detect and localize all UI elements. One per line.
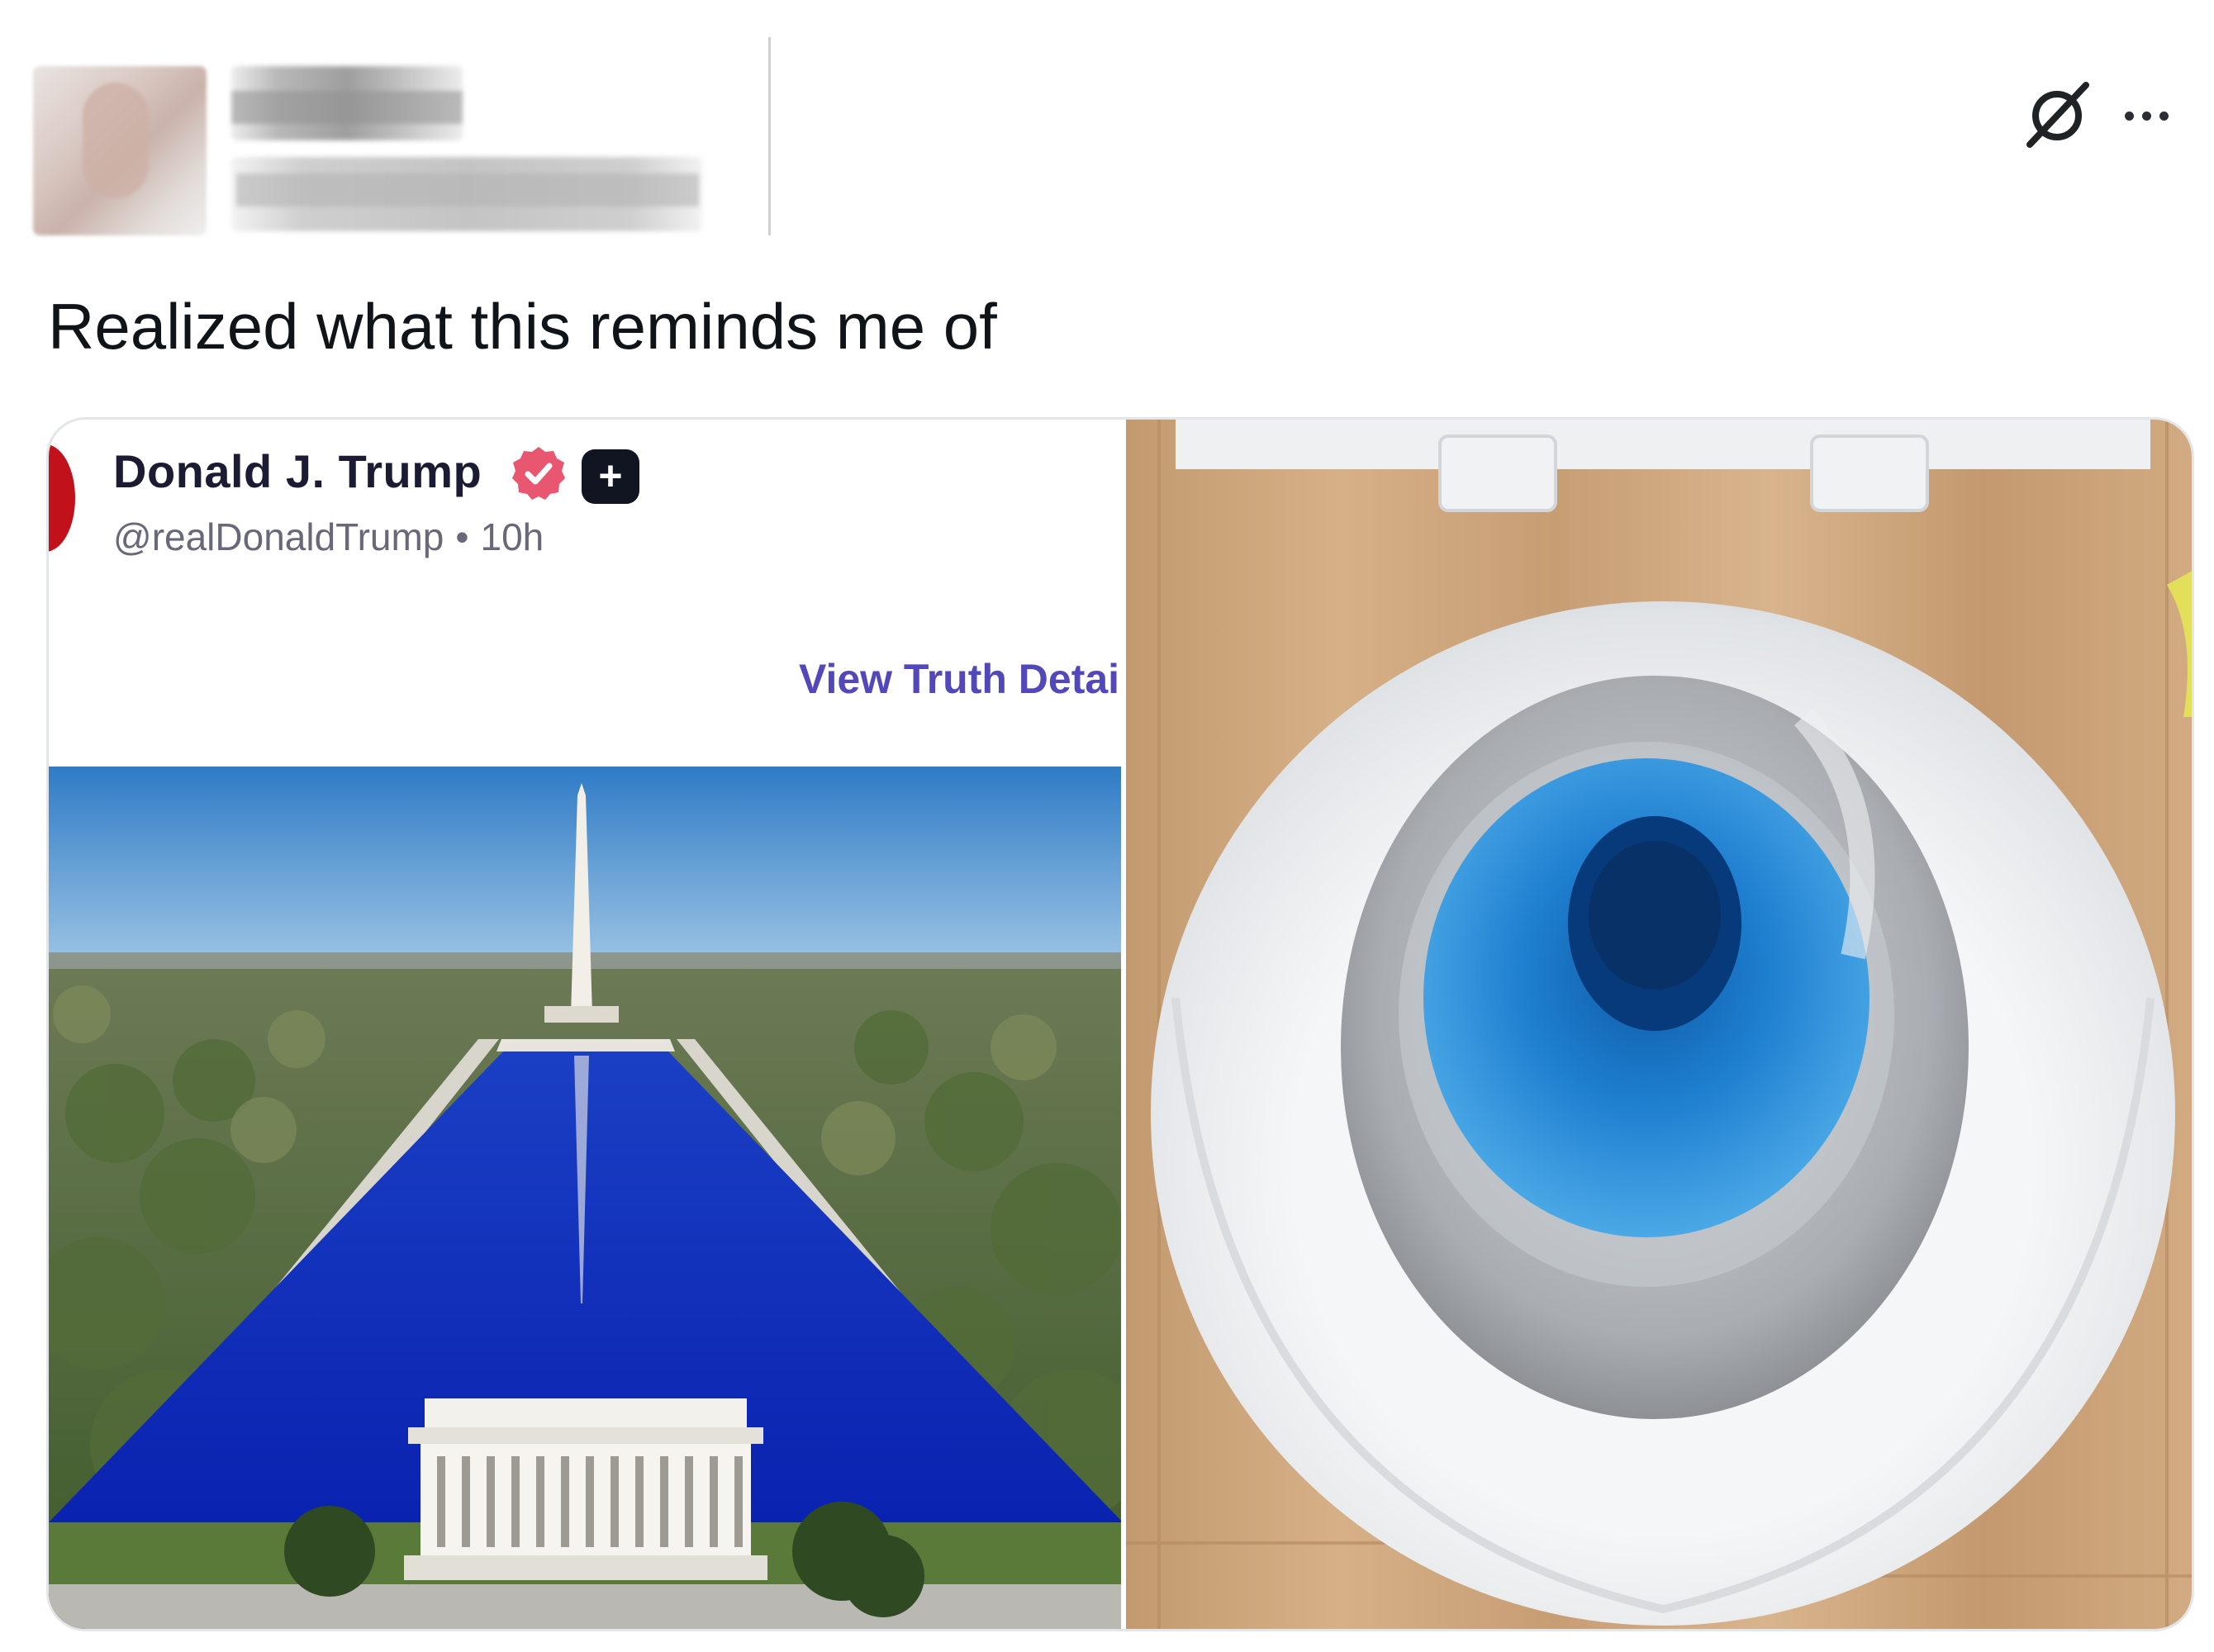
toilet-photo[interactable] [1126, 420, 2192, 1629]
author-name: Donald J. Trump [113, 445, 482, 497]
verified-badge-icon [512, 447, 565, 500]
handle-and-time: @realDonaldTrump • 10h [113, 515, 544, 559]
toilet-illustration [1126, 420, 2192, 1629]
divider [768, 37, 771, 235]
avatar [49, 444, 75, 552]
plus-badge-icon: + [582, 449, 639, 504]
view-details-link[interactable]: View Truth Detai [799, 655, 1119, 703]
more-options-icon[interactable] [2125, 95, 2183, 136]
separator: • [455, 515, 469, 558]
grok-icon[interactable] [2020, 78, 2094, 153]
post-text: Realized what this reminds me of [48, 290, 997, 363]
avatar-blurred[interactable] [33, 66, 207, 235]
post-header [0, 0, 2214, 248]
display-name-blurred[interactable] [231, 66, 463, 140]
timestamp: 10h [480, 515, 544, 558]
reflecting-pool-photo [49, 767, 1123, 1629]
username-blurred[interactable] [231, 157, 702, 231]
media-grid[interactable]: Donald J. Trump + @realDonaldTrump • 10h V… [46, 417, 2194, 1631]
embedded-post-screenshot[interactable]: Donald J. Trump + @realDonaldTrump • 10h V… [49, 420, 1123, 1629]
handle: @realDonaldTrump [113, 515, 444, 558]
